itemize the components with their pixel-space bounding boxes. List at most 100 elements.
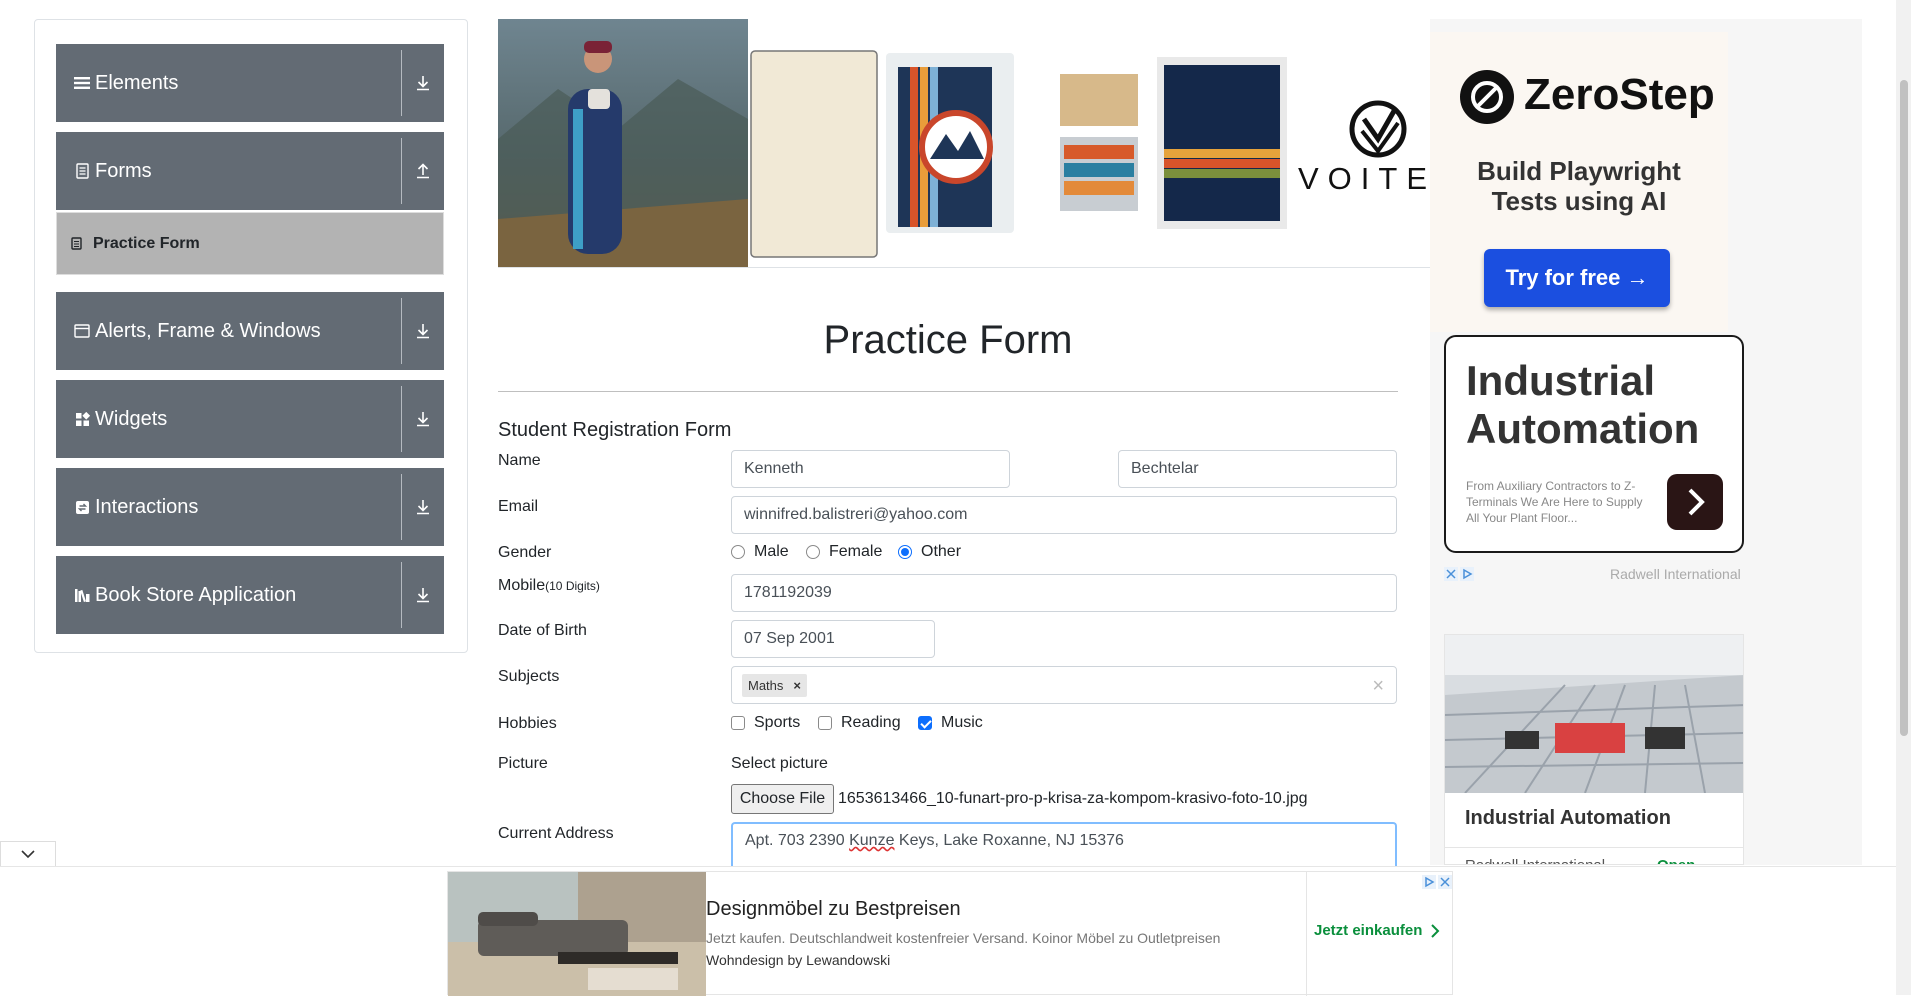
zerostep-line2: Tests using AI xyxy=(1491,186,1667,216)
try-for-free-button[interactable]: Try for free → xyxy=(1484,249,1670,307)
sidebar-group-label: Elements xyxy=(95,71,179,94)
radio-label: Male xyxy=(754,543,789,560)
sidebar-group-label: Forms xyxy=(95,159,152,182)
ad-choices-icon[interactable] xyxy=(1422,874,1452,890)
ad-title: Industrial Automation xyxy=(1465,807,1671,829)
chevron-right-icon xyxy=(1431,923,1440,938)
radio-circle xyxy=(806,545,820,559)
radio-label: Female xyxy=(829,543,883,560)
hobby-checkbox-music[interactable]: Music xyxy=(918,714,983,732)
gender-label: Gender xyxy=(498,544,552,561)
file-name: 1653613466_10-funart-pro-p-krisa-za-komp… xyxy=(838,790,1308,807)
warehouse-image xyxy=(1445,635,1743,794)
hobby-checkbox-reading[interactable]: Reading xyxy=(818,714,901,732)
download-arrow-icon xyxy=(402,75,444,91)
sidebar-group-label: Book Store Application xyxy=(95,583,297,606)
banner-brand: VOITE xyxy=(1298,161,1430,196)
form-icon xyxy=(71,237,85,251)
title-divider xyxy=(498,391,1398,392)
checkbox-checked xyxy=(918,716,932,730)
sidebar-group-interactions[interactable]: Interactions xyxy=(56,468,444,546)
zerostep-brand: ZeroStep xyxy=(1524,70,1715,119)
address-label: Current Address xyxy=(498,825,614,842)
download-arrow-icon xyxy=(402,323,444,339)
chevron-down-icon xyxy=(21,850,35,859)
radio-label: Other xyxy=(921,543,962,560)
top-banner-ad[interactable]: VOITE xyxy=(498,19,1430,268)
email-input[interactable]: winnifred.balistreri@yahoo.com xyxy=(731,496,1397,534)
ad-title: Industrial Automation xyxy=(1466,357,1699,453)
industrial-automation-ad[interactable]: Industrial Automation From Auxiliary Con… xyxy=(1444,335,1744,553)
hobby-checkbox-sports[interactable]: Sports xyxy=(731,714,800,732)
sidebar-item-label: Practice Form xyxy=(93,234,200,252)
ad-furniture-image xyxy=(448,872,706,996)
ad-title: Designmöbel zu Bestpreisen xyxy=(706,898,961,920)
bottom-ad[interactable]: Designmöbel zu Bestpreisen Jetzt kaufen.… xyxy=(447,871,1453,996)
window-icon xyxy=(73,322,91,340)
form-heading: Student Registration Form xyxy=(498,419,732,441)
download-arrow-icon xyxy=(402,411,444,427)
sidebar-group-book-store[interactable]: Book Store Application xyxy=(56,556,444,634)
checkbox-label: Music xyxy=(941,714,983,731)
ad-text: From Auxiliary Contractors to Z-Terminal… xyxy=(1466,479,1643,525)
name-label: Name xyxy=(498,452,541,469)
ad-advertiser: Radwell International xyxy=(1610,566,1741,582)
zerostep-logo-icon xyxy=(1460,70,1514,124)
picture-label: Picture xyxy=(498,755,548,772)
ad-cta-label: Jetzt einkaufen xyxy=(1314,922,1423,939)
sidebar-group-alerts[interactable]: Alerts, Frame & Windows xyxy=(56,292,444,370)
books-icon xyxy=(73,586,91,604)
ad-open-link[interactable]: Open xyxy=(1657,857,1695,864)
sidebar-group-elements[interactable]: Elements xyxy=(56,44,444,122)
radio-circle-selected xyxy=(898,545,912,559)
sidebar-group-label: Interactions xyxy=(95,495,199,518)
banner-image xyxy=(498,19,1407,267)
ad-advertiser: Radwell International xyxy=(1465,857,1605,864)
collapse-button[interactable] xyxy=(0,841,56,867)
subjects-input[interactable]: Maths × × xyxy=(731,666,1397,704)
ad-advertiser: Wohndesign by Lewandowski xyxy=(706,952,891,968)
gender-radio-other[interactable]: Other xyxy=(898,543,961,561)
current-address-textarea[interactable]: Apt. 703 2390 Kunze Keys, Lake Roxanne, … xyxy=(731,822,1397,866)
checkbox-label: Sports xyxy=(754,714,801,731)
ad-text: Jetzt kaufen. Deutschlandweit kostenfrei… xyxy=(706,930,1221,946)
choose-file-button[interactable]: Choose File xyxy=(731,784,834,814)
date-of-birth-input[interactable]: 07 Sep 2001 xyxy=(731,620,935,658)
address-text-misspelled: Kunze xyxy=(849,832,895,849)
sidebar-group-forms[interactable]: Forms xyxy=(56,132,444,210)
select-picture-label: Select picture xyxy=(731,755,828,772)
subject-remove-icon[interactable]: × xyxy=(793,678,801,693)
last-name-input[interactable]: Bechtelar xyxy=(1118,450,1397,488)
download-arrow-icon xyxy=(402,587,444,603)
ad-choices-icon[interactable] xyxy=(1444,566,1474,582)
download-arrow-icon xyxy=(402,499,444,515)
dob-label: Date of Birth xyxy=(498,622,587,639)
sidebar-item-practice-form[interactable]: Practice Form xyxy=(56,212,444,275)
mobile-input[interactable]: 1781192039 xyxy=(731,574,1397,612)
gender-radio-female[interactable]: Female xyxy=(806,543,882,561)
mobile-hint: (10 Digits) xyxy=(545,579,600,593)
subject-tag-label: Maths xyxy=(748,677,784,693)
email-label: Email xyxy=(498,498,539,515)
checkbox-label: Reading xyxy=(841,714,901,731)
sidebar-group-widgets[interactable]: Widgets xyxy=(56,380,444,458)
scrollbar-thumb[interactable] xyxy=(1900,80,1908,736)
zerostep-ad[interactable]: ZeroStep Build Playwright Tests using AI… xyxy=(1430,32,1728,332)
clear-subjects-icon[interactable]: × xyxy=(1372,675,1384,698)
ad-cta-link[interactable]: Jetzt einkaufen xyxy=(1314,922,1442,939)
upload-arrow-icon xyxy=(402,163,444,179)
hamburger-icon xyxy=(73,74,91,92)
industrial-automation-ad-2[interactable]: Industrial Automation Radwell Internatio… xyxy=(1444,634,1744,865)
widgets-icon xyxy=(73,410,91,428)
first-name-input[interactable]: Kenneth xyxy=(731,450,1010,488)
radio-circle xyxy=(731,545,745,559)
document-icon xyxy=(73,162,91,180)
gender-radio-male[interactable]: Male xyxy=(731,543,789,561)
address-text: Apt. 703 2390 xyxy=(745,832,850,849)
mobile-label-text: Mobile xyxy=(498,577,546,594)
ad-arrow-button[interactable] xyxy=(1667,474,1723,530)
ad-title-line: Industrial xyxy=(1466,357,1656,404)
ad-title-line: Automation xyxy=(1466,405,1700,452)
subject-tag: Maths × xyxy=(742,673,807,697)
hobbies-label: Hobbies xyxy=(498,715,557,732)
